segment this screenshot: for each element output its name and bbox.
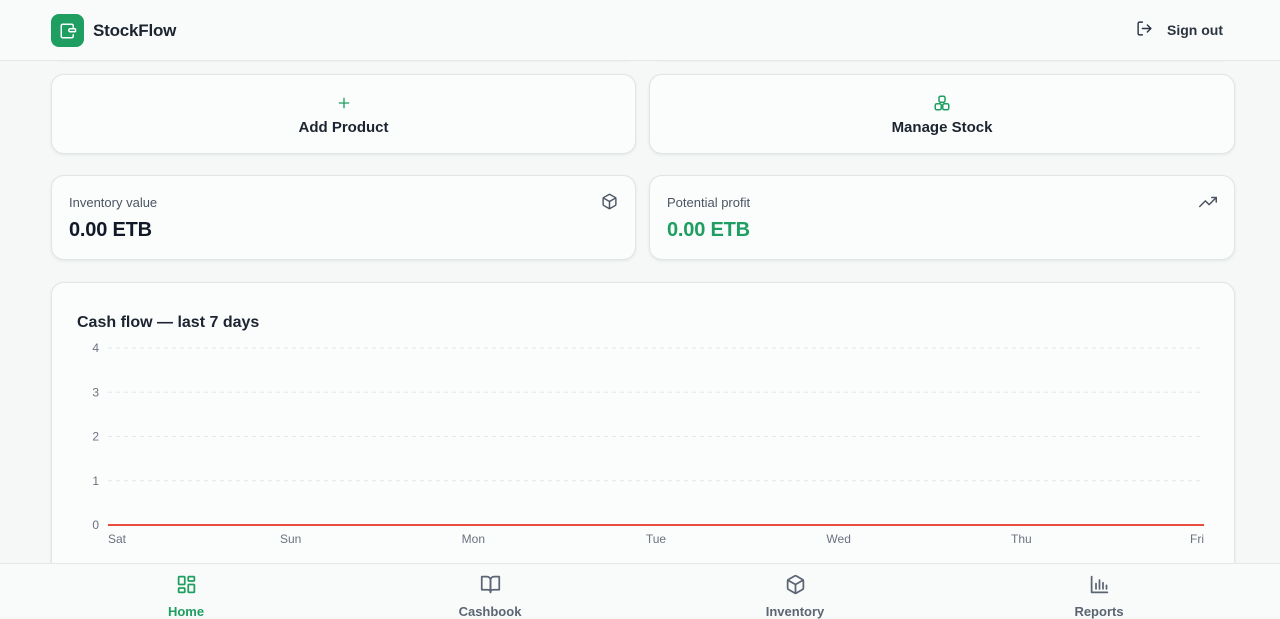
cash-flow-chart: 0 1 2 3 4 Sat Sun Mon Tue Wed Thu Fri [92, 341, 1204, 546]
cash-flow-chart-card: Cash flow — last 7 days 0 1 2 3 4 Sat Sun Mon Tu… [51, 282, 1235, 602]
boxes-icon [933, 93, 951, 113]
x-tick-label: Sun [280, 532, 301, 546]
sign-out-button[interactable]: Sign out [1136, 20, 1223, 40]
potential-profit-amount: 0.00 ETB [667, 219, 750, 241]
y-tick-label: 3 [92, 385, 99, 399]
x-tick-label: Wed [826, 532, 850, 546]
nav-item-inventory[interactable]: Inventory [715, 564, 875, 619]
nav-item-cashbook[interactable]: Cashbook [410, 564, 570, 619]
plus-icon [336, 93, 352, 113]
potential-profit-card: Potential profit 0.00 ETB [649, 175, 1235, 260]
inventory-value-amount: 0.00 ETB [69, 219, 152, 241]
x-tick-label: Tue [646, 532, 667, 546]
inventory-value-label: Inventory value [69, 195, 158, 210]
add-product-button[interactable]: Add Product [51, 74, 636, 154]
x-tick-label: Sat [108, 532, 127, 546]
x-tick-label: Mon [462, 532, 485, 546]
inventory-value-card: Inventory value 0.00 ETB [51, 175, 636, 260]
y-tick-label: 0 [92, 518, 99, 532]
log-out-icon [1136, 20, 1153, 40]
y-tick-label: 1 [92, 474, 99, 488]
manage-stock-label: Manage Stock [891, 118, 993, 136]
package-icon [785, 574, 806, 600]
bar-chart-icon [1089, 574, 1110, 600]
bottom-navigation: Home Cashbook Inventory Reports [0, 563, 1280, 619]
y-tick-label: 2 [92, 430, 99, 444]
trending-up-icon [1199, 193, 1217, 216]
book-icon [480, 574, 501, 600]
brand-name: StockFlow [93, 21, 177, 40]
home-grid-icon [176, 574, 197, 600]
nav-item-reports[interactable]: Reports [1019, 564, 1179, 619]
manage-stock-button[interactable]: Manage Stock [649, 74, 1235, 154]
potential-profit-label: Potential profit [667, 195, 751, 210]
app-header: StockFlow Sign out [0, 0, 1280, 61]
package-icon [601, 193, 618, 215]
x-tick-label: Thu [1011, 532, 1032, 546]
x-tick-label: Fri [1190, 532, 1204, 546]
sign-out-label: Sign out [1167, 22, 1223, 38]
add-product-label: Add Product [298, 118, 389, 136]
wallet-icon [51, 14, 84, 47]
y-tick-label: 4 [92, 341, 99, 355]
nav-item-home[interactable]: Home [106, 564, 266, 619]
